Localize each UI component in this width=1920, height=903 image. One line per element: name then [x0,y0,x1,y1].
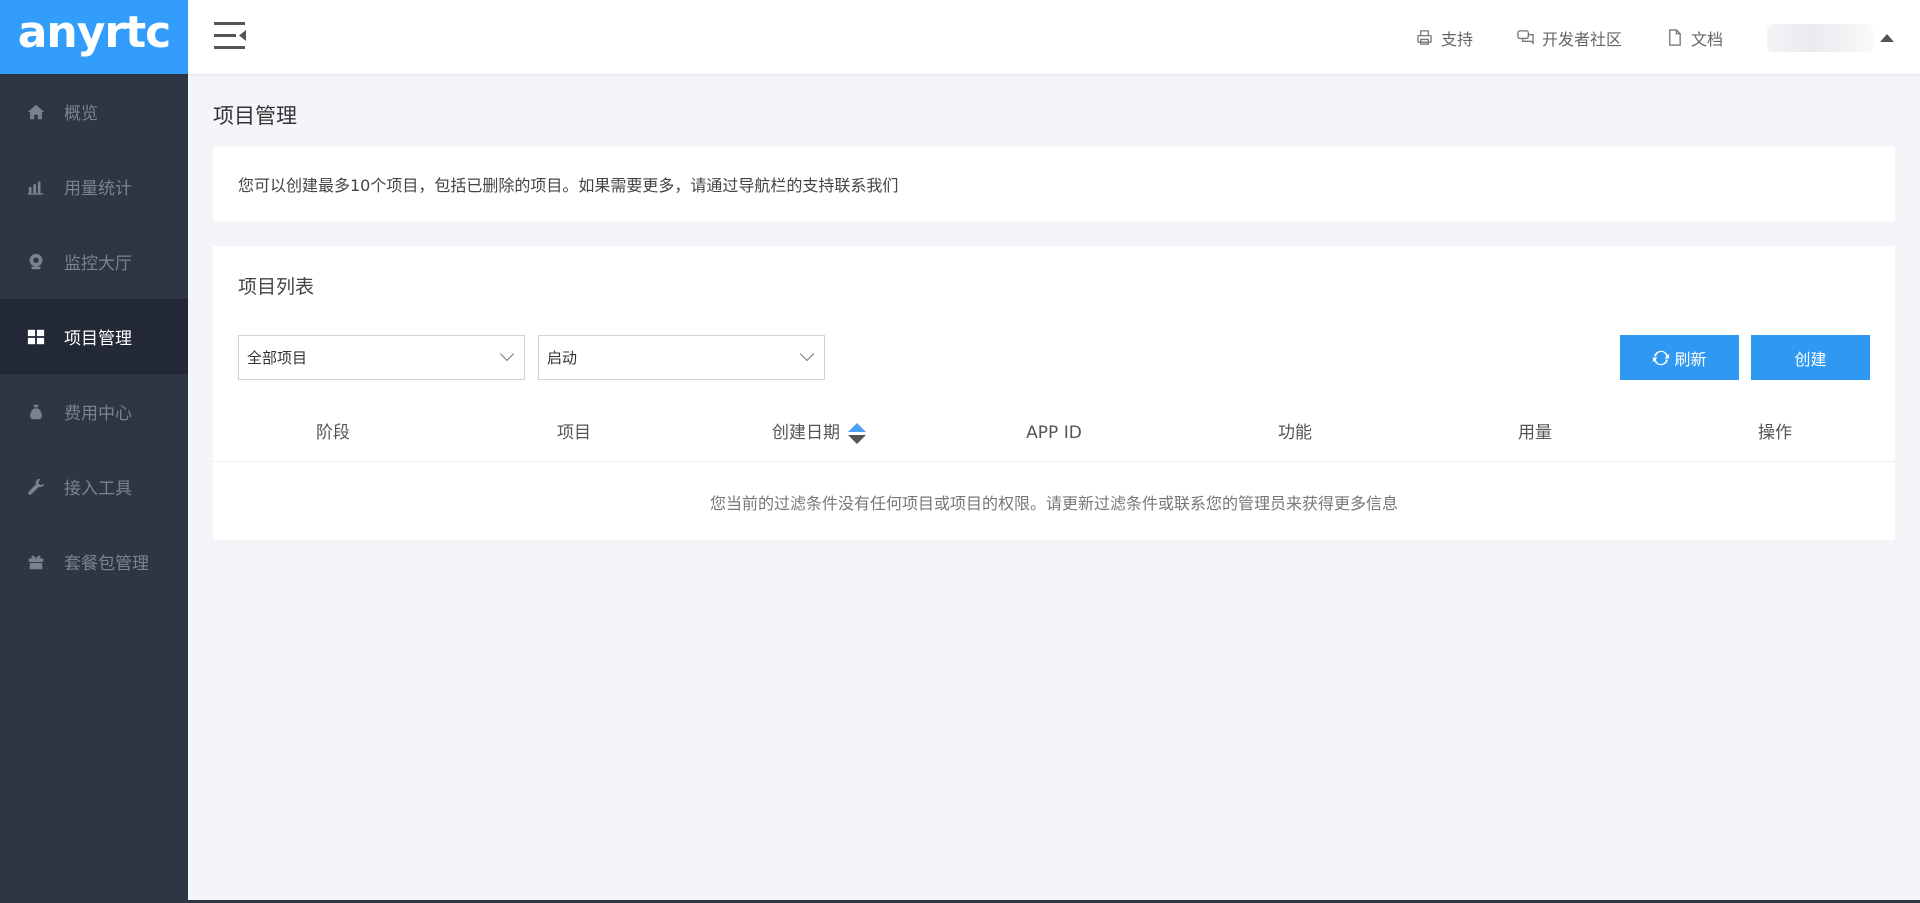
header-links: 支持 开发者社区 文档 [1372,0,1894,75]
refresh-button-label: 刷新 [1674,349,1707,369]
empty-state-message: 您当前的过滤条件没有任何项目或项目的权限。请更新过滤条件或联系您的管理员来获得更… [709,493,1398,513]
sidebar-item-project-management[interactable]: 项目管理 [0,299,188,374]
webcam-icon [26,252,46,272]
home-icon [26,102,46,122]
sidebar-item-label: 项目管理 [64,329,132,349]
column-features: 功能 [1278,423,1312,443]
grid-icon [26,327,46,347]
top-header: 支持 开发者社区 文档 [188,0,1920,75]
create-button-label: 创建 [1794,349,1827,369]
column-project: 项目 [557,423,591,443]
sort-icon[interactable] [848,422,866,444]
bar-chart-icon [26,177,46,197]
column-actions: 操作 [1758,423,1792,443]
project-list-panel: 项目列表 全部项目 启动 刷新 创建 阶段 项目 创建日期 APP ID 功能 … [213,246,1895,540]
chevron-down-icon [499,346,515,362]
caret-up-icon[interactable] [1880,33,1894,42]
refresh-button[interactable]: 刷新 [1620,335,1739,380]
user-avatar[interactable] [1767,23,1873,52]
sidebar: anyrtc 概览 用量统计 监控大厅 项目管理 费用中心 接入工具 套餐包管理 [0,0,188,903]
support-link[interactable]: 支持 [1416,26,1473,50]
project-filter-select[interactable]: 全部项目 [238,335,525,380]
notice-banner: 您可以创建最多10个项目，包括已删除的项目。如果需要更多，请通过导航栏的支持联系… [213,147,1895,221]
sidebar-item-overview[interactable]: 概览 [0,74,188,149]
main-content: 项目管理 您可以创建最多10个项目，包括已删除的项目。如果需要更多，请通过导航栏… [213,75,1895,540]
document-icon [1669,29,1681,46]
status-filter-value: 启动 [547,349,578,367]
sidebar-item-package-management[interactable]: 套餐包管理 [0,524,188,599]
chevron-down-icon [799,346,815,362]
column-app-id: APP ID [1026,423,1082,443]
money-bag-icon [26,402,46,422]
sidebar-item-label: 费用中心 [64,404,132,424]
refresh-icon [1653,350,1670,365]
docs-link[interactable]: 文档 [1666,26,1723,50]
page-title: 项目管理 [213,104,297,128]
wrench-icon [26,477,46,497]
support-link-label: 支持 [1440,29,1473,49]
developer-community-link-label: 开发者社区 [1541,29,1622,49]
sidebar-item-monitor-hall[interactable]: 监控大厅 [0,224,188,299]
menu-toggle-icon[interactable] [213,20,247,52]
sidebar-item-label: 用量统计 [64,179,132,199]
sidebar-item-billing-center[interactable]: 费用中心 [0,374,188,449]
sidebar-item-label: 接入工具 [64,479,132,499]
panel-title: 项目列表 [238,276,315,298]
sidebar-item-label: 监控大厅 [64,254,132,274]
sidebar-item-integration-tools[interactable]: 接入工具 [0,449,188,524]
sidebar-item-label: 套餐包管理 [64,554,149,574]
printer-icon [1417,30,1432,45]
table-header: 阶段 项目 创建日期 APP ID 功能 用量 操作 [213,404,1895,462]
column-stage: 阶段 [316,423,350,443]
logo-text: anyrtc [17,7,172,58]
project-filter-value: 全部项目 [247,349,308,367]
logo[interactable]: anyrtc [0,0,188,74]
column-created-date[interactable]: 创建日期 [772,404,866,462]
sidebar-nav: 概览 用量统计 监控大厅 项目管理 费用中心 接入工具 套餐包管理 [0,74,188,599]
gift-icon [26,552,46,572]
developer-community-link[interactable]: 开发者社区 [1517,26,1622,50]
column-usage: 用量 [1518,423,1552,443]
notice-text: 您可以创建最多10个项目，包括已删除的项目。如果需要更多，请通过导航栏的支持联系… [238,176,899,195]
status-filter-select[interactable]: 启动 [538,335,825,380]
docs-link-label: 文档 [1690,29,1723,49]
sidebar-item-usage-stats[interactable]: 用量统计 [0,149,188,224]
sidebar-item-label: 概览 [64,104,98,124]
chat-bubbles-icon [1517,30,1534,45]
create-button[interactable]: 创建 [1751,335,1870,380]
